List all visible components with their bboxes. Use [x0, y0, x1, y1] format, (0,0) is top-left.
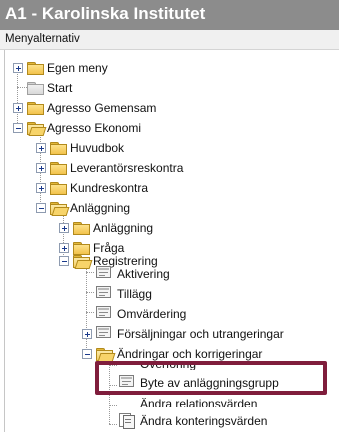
window-title-bar: A1 - Karolinska Institutet	[0, 0, 339, 30]
tree-item-label: Agresso Gemensam	[47, 101, 157, 115]
tree-item-label: Aktivering	[117, 267, 170, 281]
tree-item-anlaggning[interactable]: Anläggning	[0, 199, 240, 217]
tree-item-label: Tillägg	[117, 287, 152, 301]
open-folder-icon	[50, 202, 70, 216]
tree-item-forsaljningar[interactable]: Försäljningar och utrangeringar	[0, 325, 330, 343]
document-icon	[119, 413, 135, 429]
folder-icon	[27, 82, 44, 95]
tree-item-aktivering[interactable]: Aktivering	[0, 265, 260, 283]
app-window: A1 - Karolinska Institutet Menyalternati…	[0, 0, 339, 432]
open-folder-icon	[96, 348, 116, 362]
tree-item-label: Kundreskontra	[70, 181, 149, 195]
tree-item-label: Anläggning	[70, 201, 131, 215]
tree-item-label: Agresso Ekonomi	[47, 121, 142, 135]
folder-icon	[73, 222, 90, 235]
folder-icon	[50, 182, 67, 195]
collapse-icon[interactable]	[36, 203, 46, 213]
tree-item-anlaggning-sub[interactable]: Anläggning	[0, 219, 240, 237]
tree-item-tillagg[interactable]: Tillägg	[0, 285, 260, 303]
expand-icon[interactable]	[13, 103, 23, 113]
expand-icon[interactable]	[13, 63, 23, 73]
tree-item-label: Egen meny	[47, 61, 108, 75]
collapse-icon[interactable]	[13, 123, 23, 133]
highlight-box	[95, 361, 327, 395]
form-icon	[96, 326, 111, 338]
menu-panel-header: Menyalternativ	[0, 30, 339, 50]
tree-item-label: Omvärdering	[117, 307, 187, 321]
tree-item-andra-konteringsvarden[interactable]: Ändra konteringsvärden	[0, 412, 330, 430]
collapse-icon[interactable]	[82, 349, 92, 359]
open-folder-icon	[27, 122, 47, 136]
folder-icon	[27, 102, 44, 115]
tree-item-agresso-gemensam[interactable]: Agresso Gemensam	[0, 99, 220, 117]
tree-item-omvardering[interactable]: Omvärdering	[0, 305, 260, 323]
tree-item-label: Ändra relationsvärden	[140, 398, 258, 407]
folder-icon	[50, 142, 67, 155]
menu-panel-title: Menyalternativ	[5, 33, 80, 45]
folder-icon	[27, 62, 44, 75]
expand-icon[interactable]	[36, 163, 46, 173]
tree-item-agresso-ekonomi[interactable]: Agresso Ekonomi	[0, 119, 220, 137]
form-icon	[96, 286, 111, 298]
tree-item-label: Leverantörsreskontra	[70, 161, 184, 175]
tree-item-andra-relationsvarden[interactable]: Ändra relationsvärden	[0, 398, 330, 407]
tree-item-egen-meny[interactable]: Egen meny	[0, 59, 200, 77]
tree-item-start[interactable]: Start	[0, 79, 200, 97]
tree-item-leverantorsreskontra[interactable]: Leverantörsreskontra	[0, 159, 240, 177]
tree-item-huvudbok[interactable]: Huvudbok	[0, 139, 220, 157]
tree-item-label: Huvudbok	[70, 141, 125, 155]
tree-item-label: Ändra konteringsvärden	[140, 414, 268, 428]
expand-icon[interactable]	[36, 183, 46, 193]
form-icon	[96, 266, 111, 278]
tree-item-label: Start	[47, 81, 73, 95]
tree-item-label: Anläggning	[93, 221, 154, 235]
tree-item-label: Försäljningar och utrangeringar	[117, 327, 284, 341]
tree-item-label: Ändringar och korrigeringar	[117, 347, 263, 361]
expand-icon[interactable]	[36, 143, 46, 153]
window-title: A1 - Karolinska Institutet	[5, 4, 206, 23]
folder-icon	[50, 162, 67, 175]
expand-icon[interactable]	[82, 329, 92, 339]
tree-item-kundreskontra[interactable]: Kundreskontra	[0, 179, 240, 197]
form-icon	[96, 306, 111, 318]
expand-icon[interactable]	[59, 223, 69, 233]
